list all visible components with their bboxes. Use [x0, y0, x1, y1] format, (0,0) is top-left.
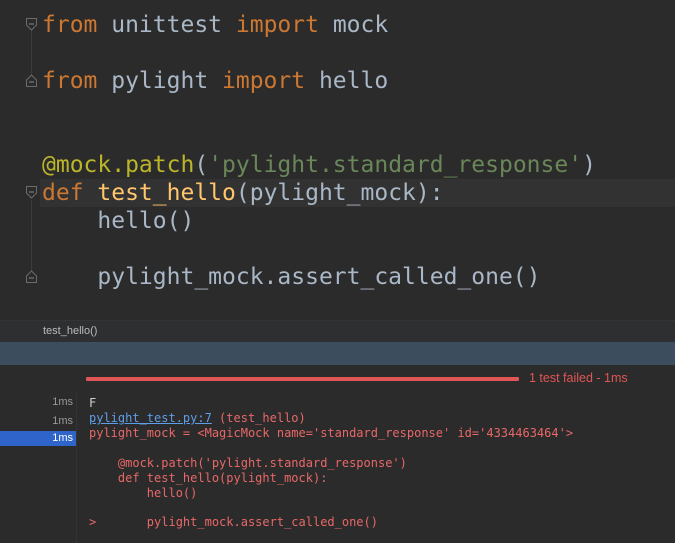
- run-toolwindow-header: [0, 342, 675, 366]
- breadcrumb-item[interactable]: test_hello(): [43, 325, 97, 337]
- test-tree-row-selected[interactable]: 1ms: [0, 431, 76, 446]
- mock-repr-line: pylight_mock = <MagicMock name='standard…: [89, 426, 574, 440]
- editor-gutter: [0, 0, 40, 320]
- code-line-2: from pylight import hello: [42, 67, 388, 95]
- test-runner-panel: 1 test failed - 1ms 1ms 1ms 1ms F pyligh…: [0, 366, 675, 543]
- console-output[interactable]: F pylight_test.py:7 (test_hello) pylight…: [89, 396, 669, 543]
- code-editor[interactable]: from unittest import mock from pylight i…: [0, 0, 675, 320]
- duration: 1ms: [52, 432, 73, 444]
- test-tree: 1ms 1ms 1ms: [0, 393, 77, 543]
- failing-source-line: > pylight_mock.assert_called_one(): [89, 515, 378, 529]
- code-line-assert: pylight_mock.assert_called_one(): [42, 264, 541, 290]
- string-literal: 'pylight.standard_response': [208, 152, 583, 178]
- paren: (: [194, 152, 209, 178]
- test-progress: 1 test failed - 1ms: [0, 366, 675, 392]
- source-line: @mock.patch('pylight.standard_response'): [89, 456, 407, 470]
- test-tree-row[interactable]: 1ms: [0, 395, 76, 410]
- progress-bar: [86, 377, 519, 381]
- fold-expand-icon[interactable]: [26, 270, 37, 283]
- keyword: def: [42, 180, 84, 206]
- code-line-call: hello(): [42, 208, 195, 234]
- keyword: import: [222, 68, 306, 94]
- code-line-decorator: @mock.patch('pylight.standard_response'): [42, 151, 596, 179]
- source-line: def test_hello(pylight_mock):: [89, 471, 328, 485]
- fold-collapse-icon[interactable]: [26, 186, 37, 199]
- decorator: @mock.patch: [42, 152, 195, 178]
- imported-name: mock: [318, 12, 389, 38]
- source-link[interactable]: pylight_test.py:7: [89, 411, 212, 425]
- test-status-text: 1 test failed - 1ms: [529, 371, 628, 385]
- traceback-location: pylight_test.py:7 (test_hello): [89, 411, 306, 426]
- keyword: import: [235, 12, 319, 38]
- code-line-def: def test_hello(pylight_mock):: [42, 179, 444, 207]
- test-name: (test_hello): [211, 411, 306, 425]
- keyword: from: [42, 12, 98, 38]
- module-name: unittest: [97, 12, 236, 38]
- imported-name: hello: [305, 68, 389, 94]
- duration: 1ms: [52, 415, 73, 427]
- fold-expand-icon[interactable]: [26, 74, 37, 87]
- breadcrumb: test_hello(): [0, 320, 675, 342]
- fold-guide: [31, 200, 32, 278]
- fold-collapse-icon[interactable]: [26, 18, 37, 31]
- keyword: from: [42, 68, 98, 94]
- source-line: hello(): [89, 486, 198, 500]
- function-name: test_hello: [83, 180, 236, 206]
- test-tree-row[interactable]: 1ms: [0, 414, 76, 429]
- paren: ): [582, 152, 596, 178]
- code-line-1: from unittest import mock: [42, 11, 388, 39]
- duration: 1ms: [52, 396, 73, 408]
- module-name: pylight: [97, 68, 223, 94]
- failure-marker: F: [89, 396, 97, 410]
- parameters: (pylight_mock):: [235, 180, 444, 206]
